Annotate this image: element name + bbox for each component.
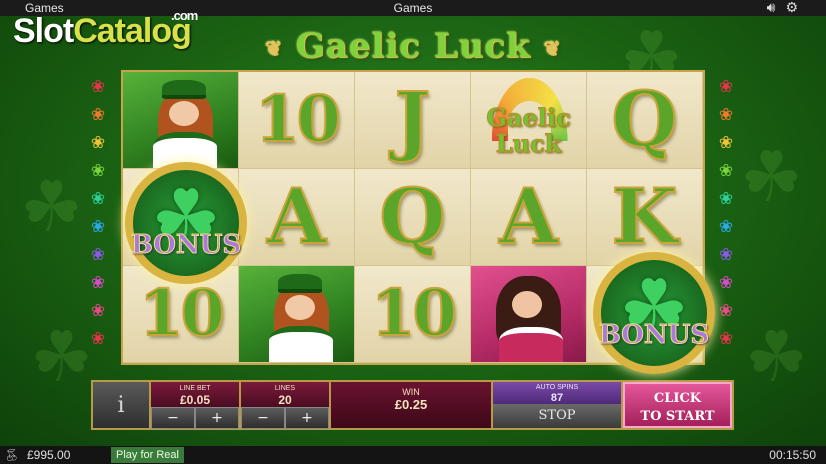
payline-gem-icon: ❀ — [90, 133, 106, 153]
reel-cell: A — [471, 169, 587, 266]
speaker-icon[interactable]: 🔊︎ — [767, 0, 776, 16]
payline-gem-icon: ❀ — [90, 217, 106, 237]
payline-gem-icon: ❀ — [718, 217, 734, 237]
auto-spins-label: AUTO SPINS — [535, 384, 579, 391]
payline-gem-icon: ❀ — [718, 105, 734, 125]
lines-control: LINES 20 − + — [241, 382, 331, 429]
shamrock-decor-icon: ☘ — [745, 316, 808, 398]
line-bet-label: LINE BET — [179, 385, 211, 392]
start-button[interactable]: CLICK TO START — [623, 382, 732, 428]
win-value: £0.25 — [394, 397, 428, 412]
payline-gem-icon: ❀ — [718, 77, 734, 97]
bonus-symbol: ☘ BONUS — [585, 252, 725, 382]
session-clock: 00:15:50 — [769, 448, 816, 462]
gear-icon[interactable]: ⚙ — [785, 0, 798, 16]
line-bet-plus-button[interactable]: + — [195, 407, 239, 429]
shamrock-decor-icon: ☘ — [30, 316, 93, 398]
game-title: ❦ Gaelic Luck ❦ — [0, 26, 826, 66]
balance-value: £995.00 — [27, 448, 71, 462]
game-title-text: Gaelic Luck — [295, 26, 531, 66]
line-bet-minus-button[interactable]: − — [151, 407, 195, 429]
bonus-label: BONUS — [130, 230, 242, 261]
leprechaun-lady-symbol — [123, 72, 238, 168]
auto-spins-control: AUTO SPINS 87 STOP — [493, 382, 623, 428]
cherry-icon: 🍒︎ — [4, 448, 20, 462]
payline-gem-icon: ❀ — [90, 161, 106, 181]
lines-plus-button[interactable]: + — [285, 407, 329, 429]
logo-symbol-text: Gaelic Luck — [486, 102, 571, 158]
shamrock-decor-icon: ☘ — [20, 166, 83, 248]
reel-cell: Q — [355, 169, 471, 266]
info-button[interactable]: i — [93, 382, 151, 428]
lines-label: LINES — [274, 385, 296, 392]
auto-spins-value: 87 — [550, 392, 564, 404]
line-bet-value: £0.05 — [179, 393, 211, 407]
bottom-bar: 🍒︎ £995.00 Play for Real 00:15:50 — [0, 446, 826, 464]
stop-button[interactable]: STOP — [493, 404, 621, 428]
brunette-lady-symbol — [471, 266, 586, 362]
payline-gem-icon: ❀ — [90, 273, 106, 293]
reel-cell — [471, 266, 587, 363]
payline-gem-icon: ❀ — [90, 105, 106, 125]
card-symbol: 10 — [254, 82, 342, 157]
card-symbol: 10 — [370, 276, 458, 351]
payline-gem-icon: ❀ — [90, 189, 106, 209]
scroll-ornament-left-icon: ❦ — [264, 36, 283, 60]
card-symbol: Q — [378, 172, 446, 261]
bonus-symbol: ☘ BONUS — [117, 162, 257, 292]
win-display: WIN £0.25 — [331, 382, 493, 428]
payline-gem-icon: ❀ — [718, 133, 734, 153]
payline-gem-icon: ❀ — [90, 77, 106, 97]
reel-cell: 10 — [355, 266, 471, 363]
card-symbol: A — [266, 172, 327, 261]
payline-gem-icon: ❀ — [90, 329, 106, 349]
card-symbol: J — [394, 75, 432, 164]
lines-minus-button[interactable]: − — [241, 407, 285, 429]
shamrock-decor-icon: ☘ — [740, 136, 803, 218]
start-label-line2: TO START — [640, 409, 715, 424]
reel-cell: J — [355, 72, 471, 169]
card-symbol: Q — [610, 75, 678, 164]
bonus-label: BONUS — [598, 320, 710, 351]
payline-gem-icon: ❀ — [718, 189, 734, 209]
control-panel: i LINE BET £0.05 − + LINES 20 − + WIN £0… — [91, 380, 734, 430]
card-symbol: A — [498, 172, 559, 261]
scroll-ornament-right-icon: ❦ — [543, 36, 562, 60]
reel-cell — [123, 72, 239, 169]
payline-gem-icon: ❀ — [718, 161, 734, 181]
play-for-real-button[interactable]: Play for Real — [111, 447, 184, 463]
reel-cell: Q — [587, 72, 703, 169]
lines-value: 20 — [278, 393, 292, 407]
reel-cell: Gaelic Luck — [471, 72, 587, 169]
rainbow-logo-symbol: Gaelic Luck — [471, 72, 586, 168]
watermark-suffix: .com — [171, 8, 198, 23]
payline-gem-icon: ❀ — [90, 245, 106, 265]
start-label-line1: CLICK — [653, 391, 702, 406]
payline-gem-icon: ❀ — [90, 301, 106, 321]
win-label: WIN — [402, 387, 420, 397]
reel-cell: 10 — [239, 72, 355, 169]
paylines-left: ❀ ❀ ❀ ❀ ❀ ❀ ❀ ❀ ❀ ❀ — [89, 77, 107, 350]
card-symbol: K — [610, 172, 678, 261]
line-bet-control: LINE BET £0.05 − + — [151, 382, 241, 429]
